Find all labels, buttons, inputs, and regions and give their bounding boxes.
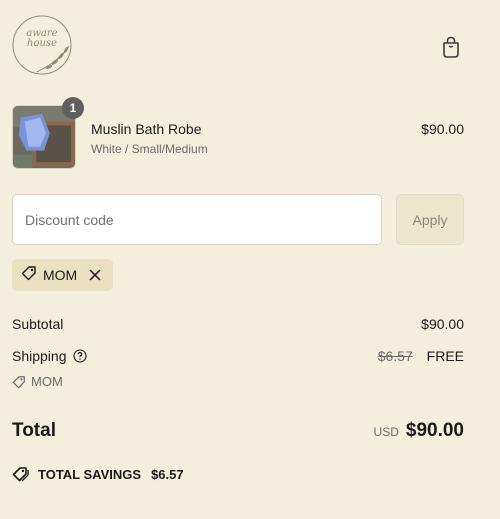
- discount-code-placeholder: Discount code: [25, 211, 114, 228]
- total-value: $90.00: [405, 420, 464, 441]
- shipping-discount-code: MOM: [31, 374, 63, 389]
- shopping-bag-icon[interactable]: [440, 35, 462, 59]
- remove-discount-icon[interactable]: [89, 269, 101, 281]
- total-label: Total: [12, 420, 56, 441]
- savings-value: $6.57: [151, 466, 184, 482]
- logo-wordmark: aware house: [11, 29, 73, 49]
- subtotal-value: $90.00: [421, 316, 464, 332]
- savings-tag-icon: [12, 466, 30, 482]
- currency-code: USD: [373, 425, 399, 439]
- help-circle-icon[interactable]: [72, 349, 87, 363]
- shipping-value: FREE: [426, 348, 464, 364]
- shipping-original-price: $6.57: [377, 348, 413, 364]
- quantity-badge: 1: [62, 97, 84, 119]
- shipping-label: Shipping: [12, 348, 67, 364]
- savings-label: TOTAL SAVINGS: [38, 466, 142, 482]
- shipping-row: Shipping $6.57 FREE: [12, 348, 464, 364]
- cart-line-item: 1 Muslin Bath Robe White / Small/Medium …: [12, 97, 464, 169]
- tag-icon: [12, 375, 26, 389]
- product-name: Muslin Bath Robe: [91, 121, 202, 137]
- tag-icon: [21, 265, 37, 286]
- subtotal-row: Subtotal $90.00: [12, 316, 464, 332]
- product-variant: White / Small/Medium: [91, 142, 208, 156]
- discount-code-input[interactable]: Discount code: [12, 194, 382, 245]
- shipping-discount: MOM: [12, 374, 63, 389]
- total-value-group: USD $90.00: [374, 420, 464, 442]
- brand-logo[interactable]: aware house: [11, 14, 73, 76]
- applied-discount-chip: MOM: [12, 259, 113, 291]
- product-price: $90.00: [421, 121, 464, 137]
- subtotal-label: Subtotal: [12, 316, 64, 332]
- total-savings: TOTAL SAVINGS $6.57: [12, 466, 184, 482]
- logo-line-2: house: [27, 38, 57, 49]
- apply-discount-button[interactable]: Apply: [396, 194, 464, 245]
- applied-discount-code: MOM: [43, 267, 78, 283]
